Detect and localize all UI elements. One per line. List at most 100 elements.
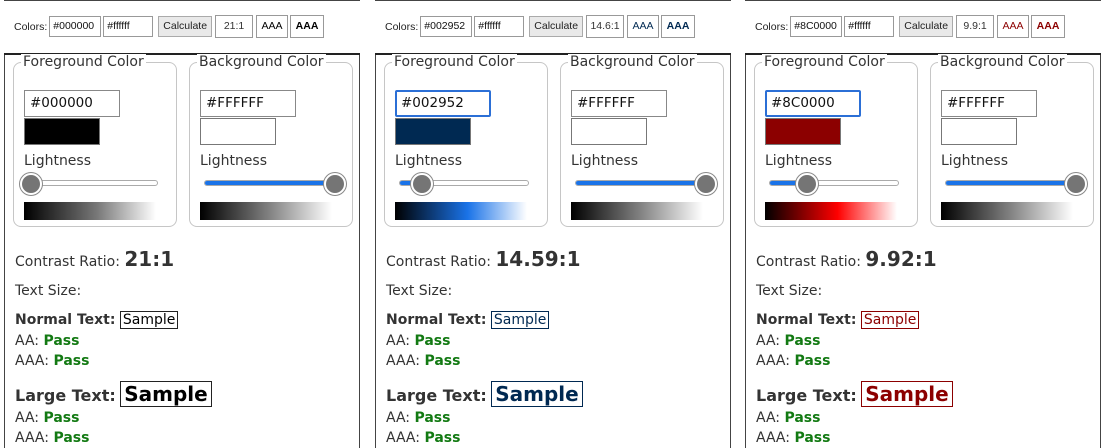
calculate-button[interactable]: Calculate [899,16,954,37]
foreground-fieldset: Foreground Color #002952 Lightness [384,54,548,227]
large-aaa-status: Pass [424,430,461,446]
foreground-fieldset: Foreground Color #000000 Lightness [13,54,177,227]
large-aa-status: Pass [414,410,451,426]
background-swatch [571,118,647,145]
normal-aaa-status: Pass [424,353,461,369]
foreground-lightness-slider[interactable] [399,173,529,195]
fg-color-input[interactable]: #000000 [49,16,102,37]
colors-label: Colors: [14,20,48,33]
bg-color-input[interactable]: #ffffff [474,16,525,37]
foreground-hex-input[interactable]: #002952 [395,90,491,117]
normal-aaa-status: Pass [794,353,831,369]
foreground-swatch [24,118,100,145]
text-size-label: Text Size: [756,283,823,299]
large-aaa-status: Pass [794,430,831,446]
fg-color-input[interactable]: #8C0000 [790,16,843,37]
normal-aa-label: AA: [386,333,411,349]
foreground-gradient [765,202,897,220]
background-slider-thumb[interactable] [1065,173,1087,195]
foreground-fieldset: Foreground Color #8C0000 Lightness [754,54,918,227]
foreground-legend: Foreground Color [762,54,887,70]
contrast-panel-0: Colors: #000000 #ffffff Calculate 21:1 A… [4,0,360,448]
large-aaa-label: AAA: [15,430,49,446]
background-lightness-label: Lightness [941,153,1009,169]
normal-aaa-status: Pass [53,353,90,369]
contrast-ratio-value: 9.92:1 [865,247,937,271]
colors-label: Colors: [385,20,419,33]
aa-badge: AAA [997,15,1030,38]
normal-sample: Sample [119,311,179,329]
background-lightness-slider[interactable] [575,173,717,195]
large-aaa-status: Pass [53,430,90,446]
background-hex-input[interactable]: #FFFFFF [941,90,1037,117]
background-slider-thumb[interactable] [695,173,717,195]
background-legend: Background Color [568,54,697,70]
large-sample: Sample [861,381,953,407]
background-swatch [200,118,276,145]
foreground-hex-input[interactable]: #8C0000 [765,90,861,117]
foreground-slider-thumb[interactable] [20,173,42,195]
normal-aaa-label: AAA: [386,353,420,369]
text-size-label: Text Size: [386,283,453,299]
normal-sample: Sample [490,311,550,329]
toolbar: Colors: #8C0000 #ffffff Calculate 9.9:1 … [745,0,1101,55]
background-hex-input[interactable]: #FFFFFF [200,90,296,117]
background-lightness-slider[interactable] [945,173,1087,195]
contrast-panel-1: Colors: #002952 #ffffff Calculate 14.6:1… [375,0,731,448]
aaa-badge: AAA [661,15,696,38]
aa-badge: AAA [256,15,289,38]
normal-sample: Sample [860,311,920,329]
normal-text-label: Normal Text: [756,312,857,328]
bg-color-input[interactable]: #ffffff [844,16,895,37]
background-fieldset: Background Color #FFFFFF Lightness [560,54,724,227]
background-gradient [941,202,1073,220]
foreground-legend: Foreground Color [21,54,146,70]
foreground-hex-input[interactable]: #000000 [24,90,120,117]
background-fieldset: Background Color #FFFFFF Lightness [189,54,353,227]
background-lightness-slider[interactable] [204,173,346,195]
calculate-button[interactable]: Calculate [158,16,213,37]
text-size-label: Text Size: [15,283,82,299]
background-slider-thumb[interactable] [324,173,346,195]
foreground-swatch [765,118,841,145]
large-aaa-label: AAA: [756,430,790,446]
background-lightness-label: Lightness [200,153,268,169]
large-aaa-label: AAA: [386,430,420,446]
aa-badge: AAA [627,15,660,38]
colors-label: Colors: [755,20,789,33]
contrast-ratio-value: 14.59:1 [495,247,581,271]
foreground-lightness-slider[interactable] [20,173,158,195]
large-aa-label: AA: [15,410,40,426]
background-hex-input[interactable]: #FFFFFF [571,90,667,117]
background-legend: Background Color [197,54,326,70]
foreground-gradient [395,202,527,220]
ratio-box: 14.6:1 [586,15,625,38]
large-aa-label: AA: [756,410,781,426]
normal-aaa-label: AAA: [15,353,49,369]
foreground-slider-thumb[interactable] [411,173,434,195]
contrast-ratio-label: Contrast Ratio: [15,254,120,270]
foreground-lightness-label: Lightness [395,153,463,169]
large-sample: Sample [120,381,212,407]
bg-color-input[interactable]: #ffffff [103,16,154,37]
background-gradient [200,202,332,220]
foreground-legend: Foreground Color [392,54,517,70]
contrast-ratio-label: Contrast Ratio: [386,254,491,270]
normal-text-label: Normal Text: [386,312,487,328]
contrast-panel-2: Colors: #8C0000 #ffffff Calculate 9.9:1 … [745,0,1101,448]
ratio-box: 21:1 [215,15,254,38]
toolbar: Colors: #000000 #ffffff Calculate 21:1 A… [4,0,360,55]
background-gradient [571,202,703,220]
normal-aa-label: AA: [15,333,40,349]
large-text-label: Large Text: [756,386,857,405]
normal-aa-status: Pass [43,333,80,349]
large-text-label: Large Text: [15,386,116,405]
calculate-button[interactable]: Calculate [529,16,584,37]
foreground-lightness-label: Lightness [24,153,92,169]
foreground-lightness-slider[interactable] [769,173,899,195]
background-swatch [941,118,1017,145]
fg-color-input[interactable]: #002952 [420,16,473,37]
large-aa-label: AA: [386,410,411,426]
foreground-slider-thumb[interactable] [795,173,818,195]
normal-aaa-label: AAA: [756,353,790,369]
